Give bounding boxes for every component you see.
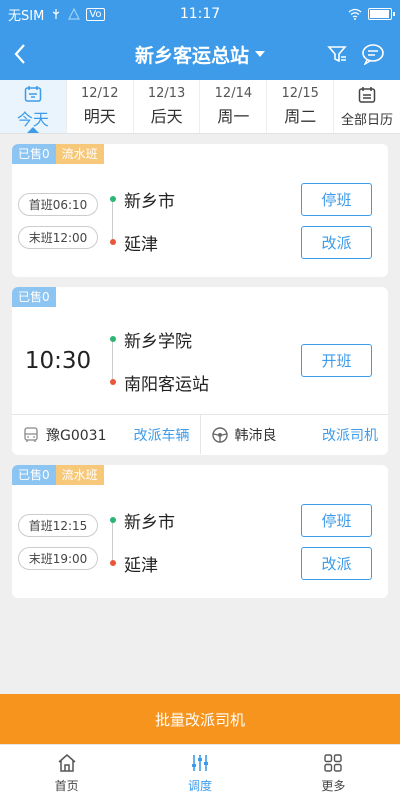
flow-tag: 流水班 bbox=[55, 465, 104, 485]
origin-dot bbox=[110, 196, 116, 202]
bottom-tab-bar: 首页 调度 更多 bbox=[0, 744, 400, 800]
tab-label: 后天 bbox=[150, 107, 183, 126]
destination-dot bbox=[110, 560, 116, 566]
card-footer: 豫G0031 改派车辆 韩沛良 改派司机 bbox=[12, 414, 388, 454]
bus-icon bbox=[24, 426, 38, 442]
tab-date: 12/12 bbox=[81, 86, 119, 101]
filter-icon bbox=[327, 46, 347, 63]
destination-station: 延津 bbox=[124, 555, 158, 576]
wifi-icon bbox=[348, 8, 362, 20]
usb-icon bbox=[52, 9, 60, 19]
last-shift: 末班12:00 bbox=[18, 225, 98, 249]
batch-reassign-driver-button[interactable]: 批量改派司机 bbox=[0, 694, 400, 744]
tab-label: 调度 bbox=[187, 778, 212, 793]
volte-icon: Vo bbox=[86, 7, 105, 21]
sliders-icon bbox=[191, 754, 208, 771]
tab-date: 12/15 bbox=[281, 86, 319, 101]
tab-tomorrow[interactable]: 12/12 明天 bbox=[67, 80, 134, 133]
vehicle-plate: 豫G0031 bbox=[46, 427, 107, 444]
grid-icon bbox=[324, 753, 343, 772]
tab-more[interactable]: 更多 bbox=[267, 745, 400, 800]
origin-station: 新乡学院 bbox=[124, 331, 192, 352]
route: 新乡市 延津 bbox=[110, 508, 301, 576]
first-shift: 首班12:15 bbox=[18, 513, 98, 537]
sold-tag: 已售0 bbox=[12, 144, 56, 164]
tab-date: 12/14 bbox=[214, 86, 253, 101]
tab-label: 更多 bbox=[321, 778, 346, 793]
tab-all-calendar[interactable]: 全部日历 bbox=[334, 80, 400, 133]
schedule-list: 已售0 流水班 首班06:10 末班12:00 新乡市 延津 停班 改派 已售0… bbox=[0, 134, 400, 598]
suspend-button[interactable]: 停班 bbox=[301, 503, 372, 537]
message-icon bbox=[362, 44, 384, 65]
schedule-card: 已售0 流水班 首班12:15 末班19:00 新乡市 延津 停班 改派 bbox=[12, 465, 388, 598]
reassign-vehicle-link[interactable]: 改派车辆 bbox=[134, 425, 190, 445]
calendar-icon bbox=[358, 87, 376, 103]
suspend-button[interactable]: 停班 bbox=[301, 182, 372, 216]
schedule-card: 已售0 10:30 新乡学院 南阳客运站 开班 豫G0031 改派车辆 韩沛良 … bbox=[12, 287, 388, 455]
tab-label: 今天 bbox=[16, 109, 49, 129]
filter-button[interactable] bbox=[324, 41, 350, 67]
calendar-today-icon bbox=[24, 85, 42, 102]
chevron-down-icon bbox=[255, 51, 265, 57]
tab-day-after[interactable]: 12/13 后天 bbox=[134, 80, 201, 133]
origin-dot bbox=[110, 336, 116, 342]
page-title: 新乡客运总站 bbox=[134, 44, 249, 67]
first-shift: 首班06:10 bbox=[18, 192, 98, 216]
tab-date: 12/13 bbox=[147, 86, 186, 101]
destination-dot bbox=[110, 379, 116, 385]
tab-label: 明天 bbox=[83, 107, 116, 126]
battery-icon bbox=[368, 8, 395, 20]
reassign-button[interactable]: 改派 bbox=[301, 546, 372, 580]
start-shift-button[interactable]: 开班 bbox=[301, 344, 372, 377]
message-button[interactable] bbox=[360, 41, 386, 67]
route: 新乡学院 南阳客运站 bbox=[110, 327, 301, 395]
reassign-driver-link[interactable]: 改派司机 bbox=[322, 425, 378, 445]
status-bar: 无SIM Vo 11:17 bbox=[0, 0, 400, 28]
origin-station: 新乡市 bbox=[124, 191, 175, 212]
departure-time: 10:30 bbox=[24, 347, 92, 374]
date-tabs: 今天 12/12 明天 12/13 后天 12/14 周一 12/15 周二 全… bbox=[0, 80, 400, 134]
warning-icon bbox=[68, 8, 81, 20]
destination-station: 延津 bbox=[124, 234, 158, 255]
schedule-card: 已售0 流水班 首班06:10 末班12:00 新乡市 延津 停班 改派 bbox=[12, 144, 388, 277]
tab-home[interactable]: 首页 bbox=[0, 745, 133, 800]
flow-tag: 流水班 bbox=[55, 144, 104, 164]
driver-section: 韩沛良 改派司机 bbox=[199, 415, 389, 454]
driver-name: 韩沛良 bbox=[234, 427, 277, 444]
origin-station: 新乡市 bbox=[124, 512, 175, 533]
tab-label: 首页 bbox=[54, 778, 79, 793]
vehicle-section: 豫G0031 改派车辆 bbox=[12, 415, 200, 454]
sold-tag: 已售0 bbox=[12, 465, 56, 485]
tab-monday[interactable]: 12/14 周一 bbox=[200, 80, 268, 133]
tab-label: 周二 bbox=[284, 107, 317, 126]
origin-dot bbox=[110, 517, 116, 523]
last-shift: 末班19:00 bbox=[18, 546, 98, 570]
back-button[interactable] bbox=[0, 28, 40, 80]
tab-label: 全部日历 bbox=[341, 113, 394, 128]
route: 新乡市 延津 bbox=[110, 187, 301, 255]
sold-tag: 已售0 bbox=[12, 287, 56, 307]
reassign-button[interactable]: 改派 bbox=[301, 225, 372, 259]
destination-station: 南阳客运站 bbox=[124, 374, 209, 395]
carrier-label: 无SIM bbox=[8, 8, 45, 24]
home-icon bbox=[58, 753, 76, 772]
destination-dot bbox=[110, 239, 116, 245]
tab-today[interactable]: 今天 bbox=[0, 80, 67, 133]
tab-tuesday[interactable]: 12/15 周二 bbox=[267, 80, 335, 133]
tab-label: 周一 bbox=[217, 107, 250, 126]
back-icon bbox=[14, 44, 25, 64]
nav-bar: 新乡客运总站 bbox=[0, 28, 400, 80]
steering-wheel-icon bbox=[211, 426, 228, 443]
tab-dispatch[interactable]: 调度 bbox=[133, 745, 266, 800]
